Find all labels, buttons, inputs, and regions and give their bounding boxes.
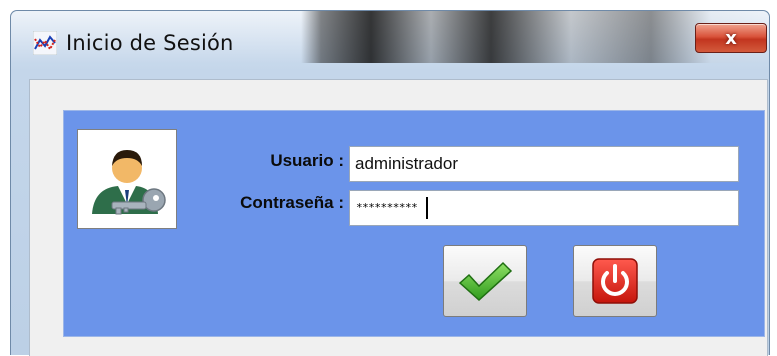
window-title: Inicio de Sesión — [66, 31, 234, 55]
title-bar[interactable]: Inicio de Sesión x — [11, 11, 769, 63]
username-label: Usuario : — [270, 151, 344, 170]
checkmark-icon — [458, 261, 513, 302]
window-client-area: Usuario : Contraseña : ********** — [29, 79, 768, 356]
user-avatar-frame — [77, 129, 177, 229]
exit-button[interactable] — [573, 245, 657, 317]
close-icon: x — [725, 27, 737, 49]
username-field[interactable] — [349, 146, 739, 182]
user-key-icon — [92, 150, 166, 215]
login-button[interactable] — [443, 245, 527, 317]
password-label: Contraseña : — [240, 193, 344, 212]
password-mask: ********** — [356, 201, 418, 214]
login-panel: Usuario : Contraseña : ********** — [63, 110, 765, 337]
close-button[interactable]: x — [695, 23, 767, 53]
chart-icon — [33, 31, 57, 55]
text-caret — [426, 197, 428, 219]
login-window: Inicio de Sesión x Usuario: administrad… — [10, 10, 770, 356]
power-icon — [592, 258, 638, 304]
